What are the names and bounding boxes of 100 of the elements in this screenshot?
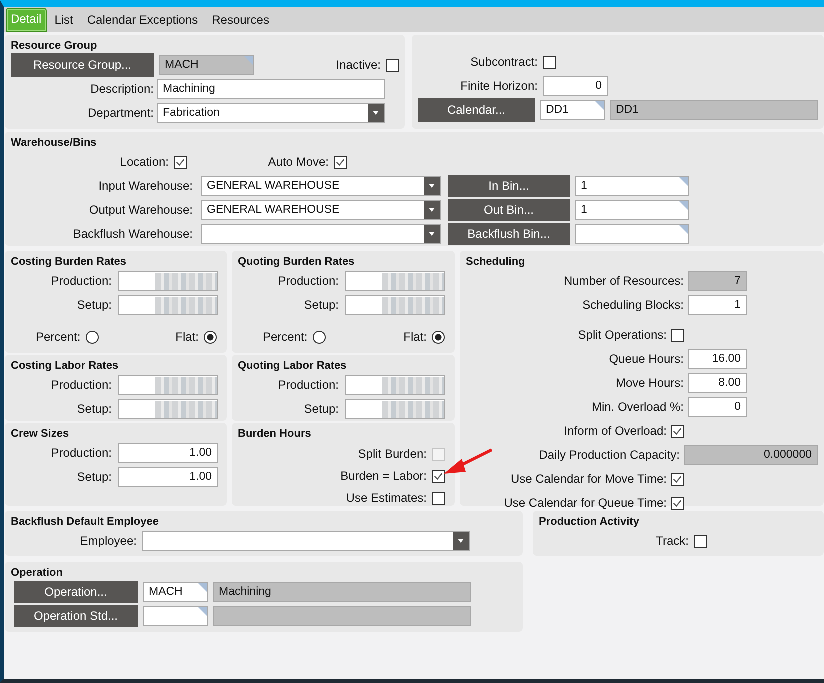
operation-code-field[interactable] xyxy=(143,606,208,626)
field-label: Backflush Warehouse: xyxy=(72,227,193,241)
field-label: Finite Horizon: xyxy=(460,79,538,93)
blurred-value xyxy=(382,273,444,290)
number-field[interactable]: 16.00 xyxy=(688,349,747,369)
bin-button[interactable]: In Bin... xyxy=(448,175,570,197)
radio-button[interactable] xyxy=(204,330,217,344)
bin-button[interactable]: Out Bin... xyxy=(448,199,570,221)
crew-size-field[interactable]: 1.00 xyxy=(118,443,218,463)
section-title: Resource Group xyxy=(11,39,98,53)
blurred-value xyxy=(382,377,444,394)
field-label: Split Burden: xyxy=(358,447,427,461)
crew-size-field[interactable]: 1.00 xyxy=(118,467,218,487)
checkbox[interactable] xyxy=(671,328,684,342)
corner-triangle-icon xyxy=(679,177,688,186)
field-label: Production: xyxy=(277,274,339,288)
annotation-arrow xyxy=(442,447,494,477)
checkbox[interactable] xyxy=(694,534,707,548)
code-field[interactable]: MACH xyxy=(159,55,254,75)
warehouse-dropdown[interactable] xyxy=(201,224,441,244)
caret-icon xyxy=(424,177,440,195)
checkbox[interactable] xyxy=(671,424,684,438)
field-label: Input Warehouse: xyxy=(98,179,193,193)
capacity-field[interactable]: 0.000000 xyxy=(684,445,818,465)
option-label: Flat: xyxy=(404,330,427,344)
tab[interactable]: List xyxy=(48,10,80,32)
field-label: Description: xyxy=(90,82,154,96)
option-label: Percent: xyxy=(262,330,308,344)
bin-button[interactable]: Backflush Bin... xyxy=(448,223,570,245)
section-title: Operation xyxy=(11,566,63,580)
field-label: Queue Hours: xyxy=(609,352,684,366)
description-field[interactable]: Machining xyxy=(157,79,385,99)
field-label: Daily Production Capacity: xyxy=(539,448,680,462)
number-field[interactable]: 1 xyxy=(688,295,747,315)
checkbox[interactable] xyxy=(432,492,445,504)
calendar-code-field[interactable]: DD1 xyxy=(540,100,605,120)
rate-field[interactable] xyxy=(118,399,218,419)
caret-icon xyxy=(368,104,384,122)
operation-code-field[interactable]: MACH xyxy=(143,582,208,602)
radio-button[interactable] xyxy=(432,330,445,344)
field-label: Setup: xyxy=(76,298,112,312)
rate-field[interactable] xyxy=(345,399,445,419)
radio-button[interactable] xyxy=(86,330,99,344)
field-label: Move Hours: xyxy=(616,376,684,390)
rate-field[interactable] xyxy=(345,375,445,395)
caret-icon xyxy=(453,532,469,550)
section-title: Quoting Burden Rates xyxy=(238,255,355,269)
rate-field[interactable] xyxy=(118,295,218,315)
checkbox[interactable] xyxy=(432,470,445,482)
rate-field[interactable] xyxy=(118,375,218,395)
tab[interactable]: Calendar Exceptions xyxy=(81,10,204,32)
field-label: Production: xyxy=(277,378,339,392)
field-label: Inactive: xyxy=(336,58,381,72)
number-field[interactable]: 8.00 xyxy=(688,373,747,393)
blurred-value xyxy=(155,377,217,394)
checkbox[interactable] xyxy=(174,156,187,168)
calendar-button[interactable]: Calendar... xyxy=(418,98,535,122)
warehouse-dropdown[interactable]: GENERAL WAREHOUSE xyxy=(201,176,441,196)
number-field[interactable]: 0 xyxy=(688,397,747,417)
checkbox[interactable] xyxy=(671,472,684,486)
calendar-description-field: DD1 xyxy=(610,100,818,120)
rate-field[interactable] xyxy=(118,271,218,291)
operation-description-field: Machining xyxy=(213,582,471,602)
employee-dropdown[interactable] xyxy=(142,531,470,551)
section-title: Quoting Labor Rates xyxy=(238,359,347,373)
section-title: Costing Burden Rates xyxy=(11,255,127,269)
corner-triangle-icon xyxy=(679,225,688,234)
operation-button[interactable]: Operation Std... xyxy=(14,605,138,627)
field-label: Auto Move: xyxy=(267,155,329,169)
field-label: Burden = Labor: xyxy=(340,469,427,483)
section-title: Costing Labor Rates xyxy=(11,359,119,373)
corner-triangle-icon xyxy=(244,56,253,65)
warehouse-dropdown[interactable]: GENERAL WAREHOUSE xyxy=(201,200,441,220)
field-label: Use Estimates: xyxy=(346,491,427,505)
field-label: Min. Overload %: xyxy=(592,400,684,414)
checkbox[interactable] xyxy=(543,56,556,68)
checkbox[interactable] xyxy=(671,496,684,510)
bin-field[interactable]: 1 xyxy=(575,200,689,220)
rate-field[interactable] xyxy=(345,295,445,315)
corner-triangle-icon xyxy=(679,201,688,210)
finite-horizon-field[interactable]: 0 xyxy=(543,76,608,96)
rate-field[interactable] xyxy=(345,271,445,291)
bin-field[interactable] xyxy=(575,224,689,244)
caret-icon xyxy=(424,225,440,243)
blurred-value xyxy=(155,401,217,418)
department-dropdown[interactable]: Fabrication xyxy=(157,103,385,123)
checkbox[interactable] xyxy=(386,58,399,72)
blurred-value xyxy=(155,273,217,290)
field-label: Number of Resources: xyxy=(564,274,684,288)
checkbox[interactable] xyxy=(334,156,347,168)
number-field[interactable]: 7 xyxy=(688,271,747,291)
radio-button[interactable] xyxy=(312,330,326,344)
bin-field[interactable]: 1 xyxy=(575,176,689,196)
option-label: Flat: xyxy=(176,330,199,344)
resource-group-button[interactable]: Resource Group... xyxy=(11,53,154,77)
tab[interactable]: Resources xyxy=(206,10,276,32)
field-label: Subcontract: xyxy=(470,55,538,69)
section-title: Crew Sizes xyxy=(11,427,70,441)
field-label: Production: xyxy=(50,274,112,288)
operation-button[interactable]: Operation... xyxy=(14,581,138,603)
